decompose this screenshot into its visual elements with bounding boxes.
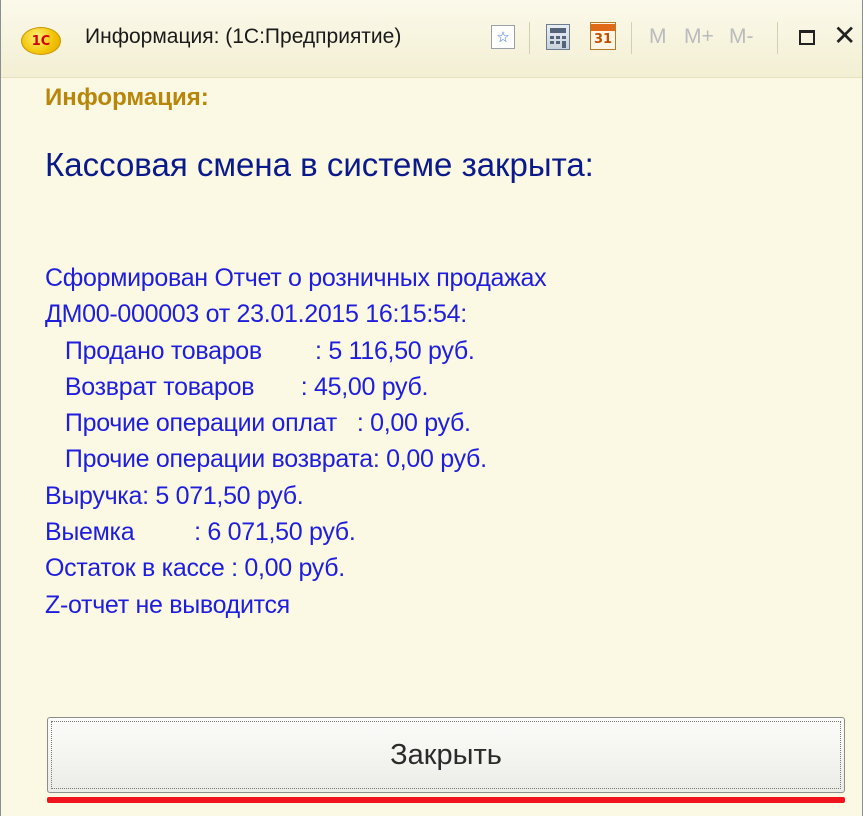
app-logo-icon[interactable]: 1С bbox=[21, 27, 61, 55]
message-line: Сформирован Отчет о розничных продажах bbox=[45, 264, 547, 292]
report-message: Сформирован Отчет о розничных продажах Д… bbox=[45, 260, 547, 623]
message-line: Прочие операции возврата: 0,00 руб. bbox=[45, 445, 487, 474]
message-line: Прочие операции оплат : 0,00 руб. bbox=[45, 409, 471, 438]
calendar-icon[interactable]: 31 bbox=[590, 22, 616, 50]
shift-closed-heading: Кассовая смена в системе закрыта: bbox=[45, 146, 594, 183]
info-label: Информация: bbox=[45, 84, 209, 111]
close-button[interactable]: Закрыть bbox=[47, 717, 845, 793]
maximize-icon[interactable] bbox=[799, 30, 815, 45]
favorites-star-icon[interactable]: ☆ bbox=[491, 25, 515, 49]
message-line: Возврат товаров : 45,00 руб. bbox=[45, 372, 429, 401]
message-line: Z-отчет не выводится bbox=[45, 590, 290, 619]
calendar-day: 31 bbox=[593, 31, 613, 47]
message-line: ДМ00-000003 от 23.01.2015 16:15:54: bbox=[45, 300, 467, 329]
title-bar[interactable]: 1С Информация: (1С:Предприятие) ☆ 31 M M… bbox=[1, 0, 862, 78]
message-line: Выемка : 6 071,50 руб. bbox=[45, 518, 356, 547]
close-button-label: Закрыть bbox=[390, 738, 502, 771]
toolbar-separator bbox=[777, 22, 778, 54]
message-line: Остаток в кассе : 0,00 руб. bbox=[45, 554, 345, 583]
toolbar-separator bbox=[529, 22, 530, 54]
memory-minus-button[interactable]: M- bbox=[729, 25, 754, 49]
highlight-underline bbox=[47, 797, 845, 803]
memory-plus-button[interactable]: M+ bbox=[684, 25, 714, 49]
memory-m-button[interactable]: M bbox=[649, 25, 667, 49]
message-line: Выручка: 5 071,50 руб. bbox=[45, 481, 304, 510]
message-line: Продано товаров : 5 116,50 руб. bbox=[45, 336, 475, 365]
calendar-header bbox=[591, 23, 615, 31]
info-dialog-window: 1С Информация: (1С:Предприятие) ☆ 31 M M… bbox=[0, 0, 863, 816]
close-icon[interactable]: ✕ bbox=[833, 19, 856, 52]
toolbar-separator bbox=[631, 22, 632, 54]
calculator-icon[interactable] bbox=[546, 24, 570, 50]
window-title: Информация: (1С:Предприятие) bbox=[85, 25, 402, 48]
